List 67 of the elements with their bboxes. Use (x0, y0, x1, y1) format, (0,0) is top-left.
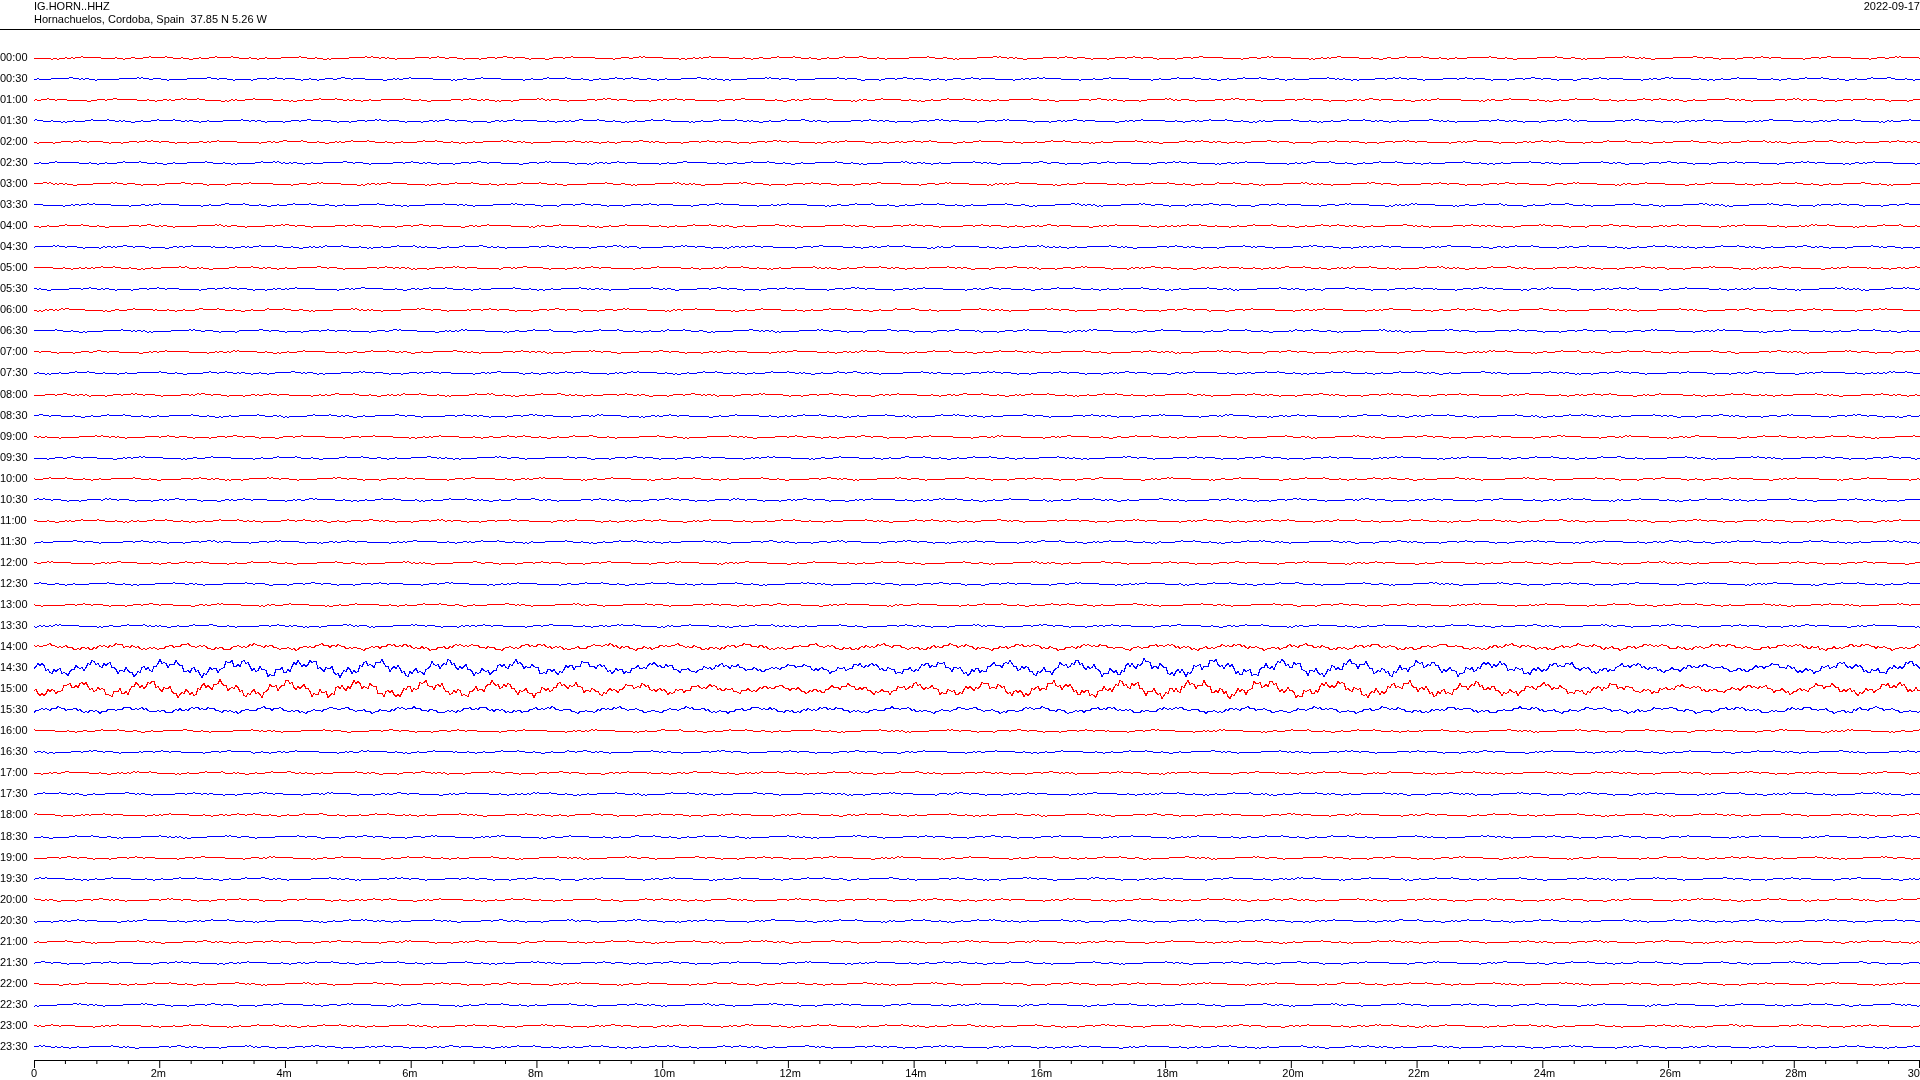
time-label: 21:30 (0, 955, 29, 969)
time-label: 14:00 (0, 640, 29, 654)
time-label: 12:00 (0, 555, 29, 569)
axis-tick-label: 22m (1408, 1067, 1430, 1079)
time-label: 10:30 (0, 492, 29, 506)
time-label: 23:00 (0, 1018, 29, 1032)
time-label: 10:00 (0, 471, 29, 485)
time-label: 19:00 (0, 850, 29, 864)
axis-tick-label: 28m (1785, 1067, 1807, 1079)
time-label: 13:00 (0, 598, 29, 611)
time-label: 13:30 (0, 619, 29, 633)
time-label: 19:30 (0, 871, 29, 885)
axis-tick-label: 2m (150, 1067, 166, 1079)
time-label: 22:30 (0, 997, 29, 1011)
axis-tick-label: 20m (1282, 1067, 1304, 1079)
time-label: 00:30 (0, 71, 29, 85)
time-label: 02:30 (0, 156, 29, 169)
axis-tick-label: 4m (276, 1067, 292, 1079)
axis-tick-label: 6m (402, 1067, 418, 1079)
time-label: 20:30 (0, 913, 29, 927)
time-label: 08:30 (0, 408, 29, 422)
axis-tick-label: 12m (779, 1067, 801, 1079)
time-label: 03:30 (0, 198, 29, 212)
axis-tick-label: 30 (1907, 1067, 1920, 1079)
time-label: 05:30 (0, 282, 29, 296)
time-label: 06:00 (0, 303, 29, 317)
time-label: 04:00 (0, 219, 29, 233)
time-label: 21:00 (0, 934, 29, 948)
axis-tick-label: 24m (1533, 1067, 1556, 1079)
time-label: 01:30 (0, 113, 29, 127)
axis-tick-label: 10m (653, 1067, 676, 1079)
time-label: 04:30 (0, 240, 29, 254)
time-label: 03:00 (0, 177, 29, 191)
axis-tick-label: 16m (1030, 1067, 1053, 1079)
time-label: 05:00 (0, 261, 29, 275)
time-label: 00:00 (0, 50, 29, 64)
time-label: 15:30 (0, 703, 29, 717)
time-label: 09:30 (0, 450, 29, 464)
time-label: 12:30 (0, 576, 29, 590)
axis-tick-label: 26m (1659, 1067, 1681, 1079)
time-label: 07:30 (0, 366, 29, 380)
axis-tick-label: 0 (31, 1067, 38, 1079)
time-label: 02:00 (0, 134, 29, 148)
date-label: 2022-09-17 (1863, 0, 1920, 13)
time-label: 17:30 (0, 787, 29, 801)
time-label: 14:30 (0, 661, 29, 675)
time-label: 17:00 (0, 766, 29, 780)
time-label: 06:30 (0, 324, 29, 338)
time-label: 07:00 (0, 345, 29, 359)
time-label: 20:00 (0, 892, 29, 906)
time-label: 15:00 (0, 682, 29, 696)
axis-tick-label: 14m (905, 1067, 927, 1079)
time-label: 11:30 (0, 534, 28, 548)
time-label: 23:30 (0, 1039, 29, 1053)
time-label: 18:30 (0, 829, 29, 843)
station-location: Hornachuelos, Cordoba, Spain 37.85 N 5.26 W (34, 13, 267, 26)
time-label: 16:00 (0, 724, 29, 738)
time-label: 09:00 (0, 429, 29, 443)
station-code: IG.HORN..HHZ (34, 0, 111, 13)
time-label: 11:00 (0, 513, 28, 527)
axis-tick-label: 18m (1156, 1067, 1178, 1079)
time-label: 01:00 (0, 92, 29, 106)
time-label: 16:30 (0, 745, 29, 759)
time-label: 22:00 (0, 976, 29, 990)
time-label: 08:00 (0, 387, 29, 401)
time-label: 18:00 (0, 808, 29, 822)
axis-tick-label: 8m (527, 1067, 544, 1079)
